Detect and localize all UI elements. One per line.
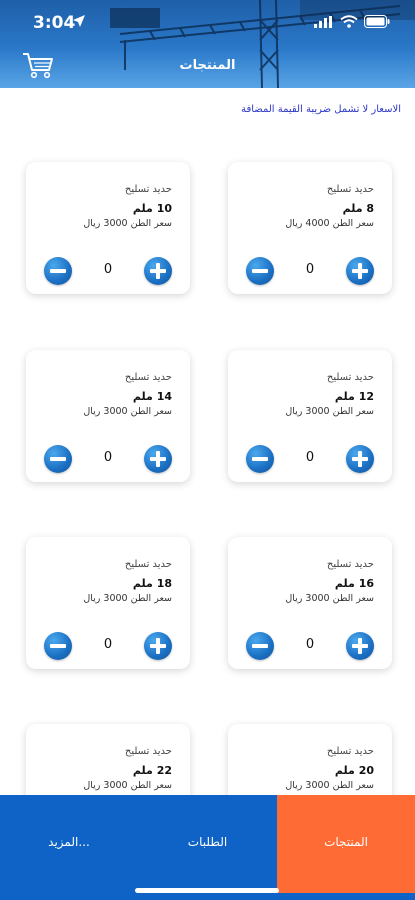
product-grid: حديد تسليح 8 ملم سعر الطن 4000 ريال 0 حد… (0, 0, 415, 900)
product-category: حديد تسليح (326, 559, 374, 570)
product-price: سعر الطن 3000 ريال (83, 218, 172, 229)
plus-icon-vertical (156, 638, 160, 654)
product-size: 16 ملم (334, 577, 374, 590)
product-category: حديد تسليح (124, 559, 172, 570)
product-card[interactable]: حديد تسليح 10 ملم سعر الطن 3000 ريال 0 (26, 162, 190, 294)
quantity-stepper: 0 (246, 445, 374, 473)
product-size: 8 ملم (342, 202, 374, 215)
product-price: سعر الطن 3000 ريال (83, 780, 172, 791)
product-size: 20 ملم (334, 764, 374, 777)
plus-icon-vertical (358, 638, 362, 654)
product-category: حديد تسليح (124, 372, 172, 383)
product-card[interactable]: حديد تسليح 8 ملم سعر الطن 4000 ريال 0 (228, 162, 392, 294)
product-size: 18 ملم (132, 577, 172, 590)
product-price: سعر الطن 3000 ريال (285, 593, 374, 604)
tab-more[interactable]: المزيد... (0, 795, 138, 893)
product-category: حديد تسليح (326, 746, 374, 757)
plus-icon-vertical (358, 451, 362, 467)
increase-quantity-button[interactable] (144, 632, 172, 660)
product-price: سعر الطن 3000 ريال (83, 406, 172, 417)
product-category: حديد تسليح (326, 372, 374, 383)
quantity-stepper: 0 (44, 445, 172, 473)
product-card[interactable]: حديد تسليح 12 ملم سعر الطن 3000 ريال 0 (228, 350, 392, 482)
product-price: سعر الطن 3000 ريال (285, 406, 374, 417)
product-price: سعر الطن 4000 ريال (285, 218, 374, 229)
increase-quantity-button[interactable] (144, 257, 172, 285)
quantity-stepper: 0 (44, 632, 172, 660)
product-price: سعر الطن 3000 ريال (83, 593, 172, 604)
product-card[interactable]: حديد تسليح 16 ملم سعر الطن 3000 ريال 0 (228, 537, 392, 669)
tab-products[interactable]: المنتجات (277, 795, 415, 893)
plus-icon-vertical (358, 263, 362, 279)
home-indicator (135, 888, 279, 893)
product-category: حديد تسليح (124, 746, 172, 757)
product-category: حديد تسليح (124, 184, 172, 195)
tab-products-label: المنتجات (324, 835, 368, 849)
quantity-stepper: 0 (246, 632, 374, 660)
product-size: 12 ملم (334, 390, 374, 403)
product-size: 10 ملم (132, 202, 172, 215)
plus-icon-vertical (156, 263, 160, 279)
bottom-tab-bar: المنتجات الطلبات المزيد... (0, 795, 415, 900)
increase-quantity-button[interactable] (346, 445, 374, 473)
product-card[interactable]: حديد تسليح 14 ملم سعر الطن 3000 ريال 0 (26, 350, 190, 482)
tab-orders[interactable]: الطلبات (138, 795, 277, 893)
quantity-stepper: 0 (44, 257, 172, 285)
increase-quantity-button[interactable] (346, 257, 374, 285)
product-price: سعر الطن 3000 ريال (285, 780, 374, 791)
product-category: حديد تسليح (326, 184, 374, 195)
product-card[interactable]: حديد تسليح 18 ملم سعر الطن 3000 ريال 0 (26, 537, 190, 669)
tab-orders-label: الطلبات (187, 835, 228, 849)
tab-more-label: المزيد... (48, 835, 90, 849)
quantity-stepper: 0 (246, 257, 374, 285)
product-size: 22 ملم (132, 764, 172, 777)
plus-icon-vertical (156, 451, 160, 467)
increase-quantity-button[interactable] (346, 632, 374, 660)
increase-quantity-button[interactable] (144, 445, 172, 473)
product-size: 14 ملم (132, 390, 172, 403)
